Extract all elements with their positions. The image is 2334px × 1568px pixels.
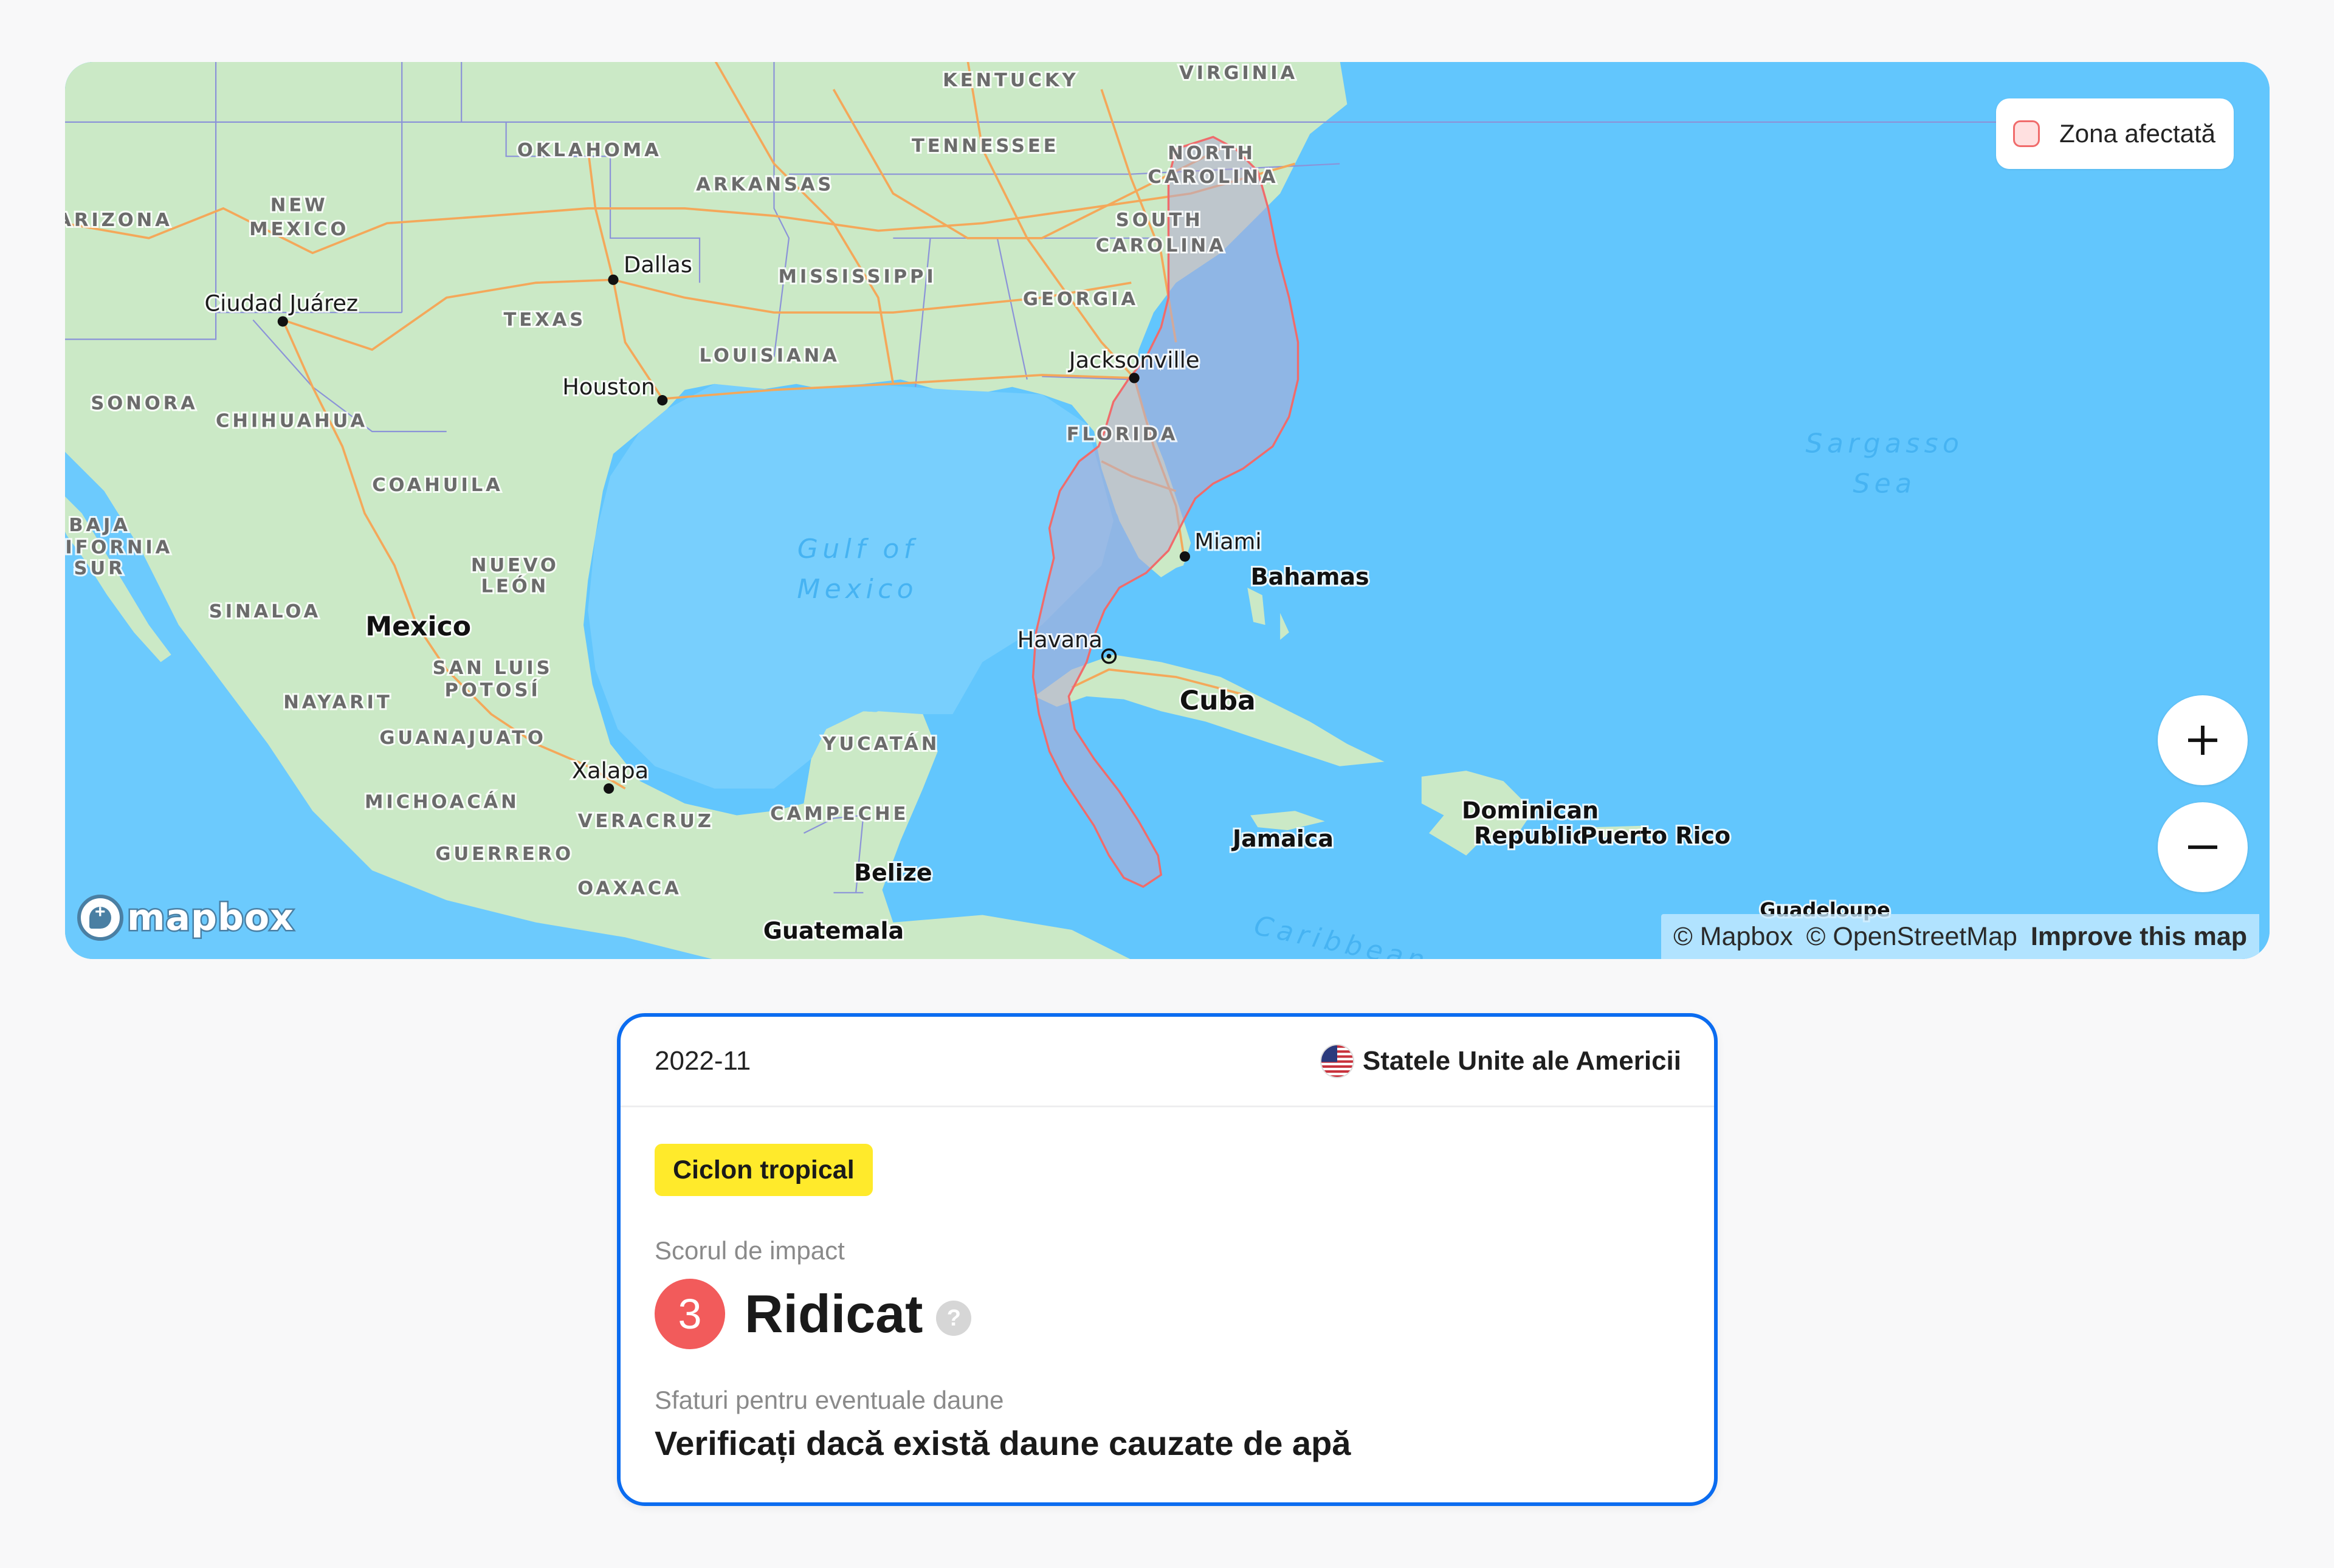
map-label-state: SUR — [74, 558, 125, 579]
city-dot-houston — [657, 395, 668, 406]
zoom-in-button[interactable] — [2158, 695, 2248, 785]
map-label-state: GUERRERO — [435, 844, 574, 865]
map-label-citie: Xalapa — [572, 757, 649, 783]
impact-score-badge: 3 — [655, 1279, 725, 1349]
map-label-state: CAROLINA — [1148, 167, 1278, 188]
map-label-state: NORTH — [1168, 143, 1256, 164]
map-label-state: NAYARIT — [283, 692, 392, 713]
event-type-badge: Ciclon tropical — [655, 1144, 873, 1196]
map-label-water: Mexico — [797, 574, 918, 605]
map-label-countrie: Jamaica — [1231, 825, 1334, 852]
map-label-water: Gulf of — [797, 534, 918, 565]
map-label-state: SONORA — [91, 393, 198, 414]
map-label-state: NUEVO — [471, 555, 559, 576]
map-label-state: MICHOACÁN — [365, 791, 520, 813]
card-header: 2022-11 Statele Unite ale Americii — [621, 1017, 1714, 1107]
map-label-water: Sea — [1853, 468, 1916, 499]
city-dot-dallas — [608, 274, 619, 285]
map-label-state: CAMPECHE — [770, 803, 909, 825]
mapbox-logo-text: mapbox — [126, 895, 295, 941]
map-label-state: CHIHUAHUA — [216, 411, 368, 432]
map-label-state: YUCATÁN — [822, 733, 940, 755]
map-label-state: GUANAJUATO — [379, 727, 546, 749]
country-name: Statele Unite ale Americii — [1362, 1046, 1681, 1076]
impact-level: Ridicat — [745, 1284, 923, 1344]
zoom-out-button[interactable] — [2158, 802, 2248, 892]
map-label-countrie: Bahamas — [1251, 563, 1369, 590]
map-label-citie: Ciudad Juárez — [204, 291, 358, 317]
map-label-state: LIFORNIA — [65, 537, 173, 559]
mapbox-logo[interactable]: mapbox — [77, 895, 295, 941]
help-icon[interactable]: ? — [936, 1301, 972, 1336]
advice-label: Sfaturi pentru eventuale daune — [655, 1386, 1004, 1414]
map-label-state: MEXICO — [249, 219, 349, 240]
map-label-state: SAN LUIS — [433, 658, 553, 679]
map-label-countrie: Belize — [854, 859, 932, 886]
advice-text: Verificați dacă există daune cauzate de … — [655, 1424, 1351, 1462]
map-label-state: COAHUILA — [372, 475, 503, 496]
map-label-state: KENTUCKY — [943, 70, 1078, 91]
map-label-state: MISSISSIPPI — [779, 266, 937, 287]
city-dot-xalapa — [604, 783, 614, 794]
map-label-state: OAXACA — [577, 878, 682, 899]
impact-score-label: Scorul de impact — [655, 1236, 845, 1265]
map-label-countrie: Cuba — [1180, 686, 1256, 717]
impact-score: 3 Ridicat ? — [655, 1279, 1680, 1349]
affected-zone-swatch — [2013, 120, 2040, 147]
map-label-citie: Houston — [562, 374, 655, 400]
map-label-state: POTOSÍ — [445, 679, 541, 701]
map-label-state: CAROLINA — [1096, 235, 1227, 256]
map-label-state: NEW — [270, 195, 328, 216]
event-country: Statele Unite ale Americii — [1320, 1044, 1681, 1078]
map-label-citie: Dallas — [624, 252, 692, 278]
map-label-countrie: Mexico — [365, 611, 471, 642]
map-label-countrie: Republic — [1474, 822, 1586, 849]
city-dot-ciudad-juarez — [277, 316, 288, 327]
city-dot-miami — [1179, 551, 1190, 562]
map-label-water: Sargasso — [1806, 428, 1964, 459]
map-label-countrie: Guatemala — [763, 918, 904, 944]
map-label-state: VIRGINIA — [1179, 63, 1298, 84]
map-label-state: ARIZONA — [65, 210, 173, 231]
map-label-state: GEORGIA — [1023, 289, 1138, 310]
improve-map-link[interactable]: Improve this map — [2031, 922, 2247, 952]
mapbox-logo-icon — [77, 895, 123, 941]
map-label-state: BAJA — [69, 515, 131, 536]
legend: Zona afectată — [1996, 98, 2234, 169]
city-dot-jacksonville — [1129, 373, 1140, 383]
map-canvas[interactable]: KENTUCKY VIRGINIA OKLAHOMA TENNESSEE ARKANSA… — [65, 62, 2270, 959]
map-label-state: OKLAHOMA — [517, 140, 662, 161]
capital-dot-havana — [1106, 653, 1112, 659]
event-card[interactable]: 2022-11 Statele Unite ale Americii Ciclo… — [617, 1013, 1718, 1506]
map-label-citie: Havana — [1017, 627, 1103, 653]
map-label-state: FLORIDA — [1067, 424, 1179, 445]
osm-attribution-link[interactable]: © OpenStreetMap — [1806, 922, 2017, 952]
map-label-state: LOUISIANA — [700, 345, 840, 366]
legend-label: Zona afectată — [2059, 119, 2215, 148]
map-label-state: VERACRUZ — [578, 811, 714, 832]
map-label-state: TEXAS — [504, 309, 587, 331]
map-label-countrie: Dominican — [1462, 797, 1599, 824]
map[interactable]: KENTUCKY VIRGINIA OKLAHOMA TENNESSEE ARKANSA… — [65, 62, 2270, 959]
minus-icon — [2188, 845, 2217, 849]
us-flag-icon — [1320, 1044, 1354, 1078]
map-label-state: TENNESSEE — [912, 136, 1059, 157]
map-label-state: ARKANSAS — [696, 174, 834, 195]
map-label-state: SINALOA — [209, 601, 321, 622]
map-label-state: LEÓN — [481, 574, 549, 597]
mapbox-attribution-link[interactable]: © Mapbox — [1673, 922, 1793, 952]
plus-icon — [2188, 726, 2217, 755]
map-label-state: SOUTH — [1116, 210, 1203, 231]
map-label-countrie: Puerto Rico — [1580, 822, 1731, 849]
map-attribution: © Mapbox © OpenStreetMap Improve this ma… — [1661, 914, 2259, 959]
map-label-citie: Miami — [1194, 528, 1261, 554]
event-date: 2022-11 — [655, 1046, 751, 1076]
map-label-citie: Jacksonville — [1068, 347, 1200, 373]
